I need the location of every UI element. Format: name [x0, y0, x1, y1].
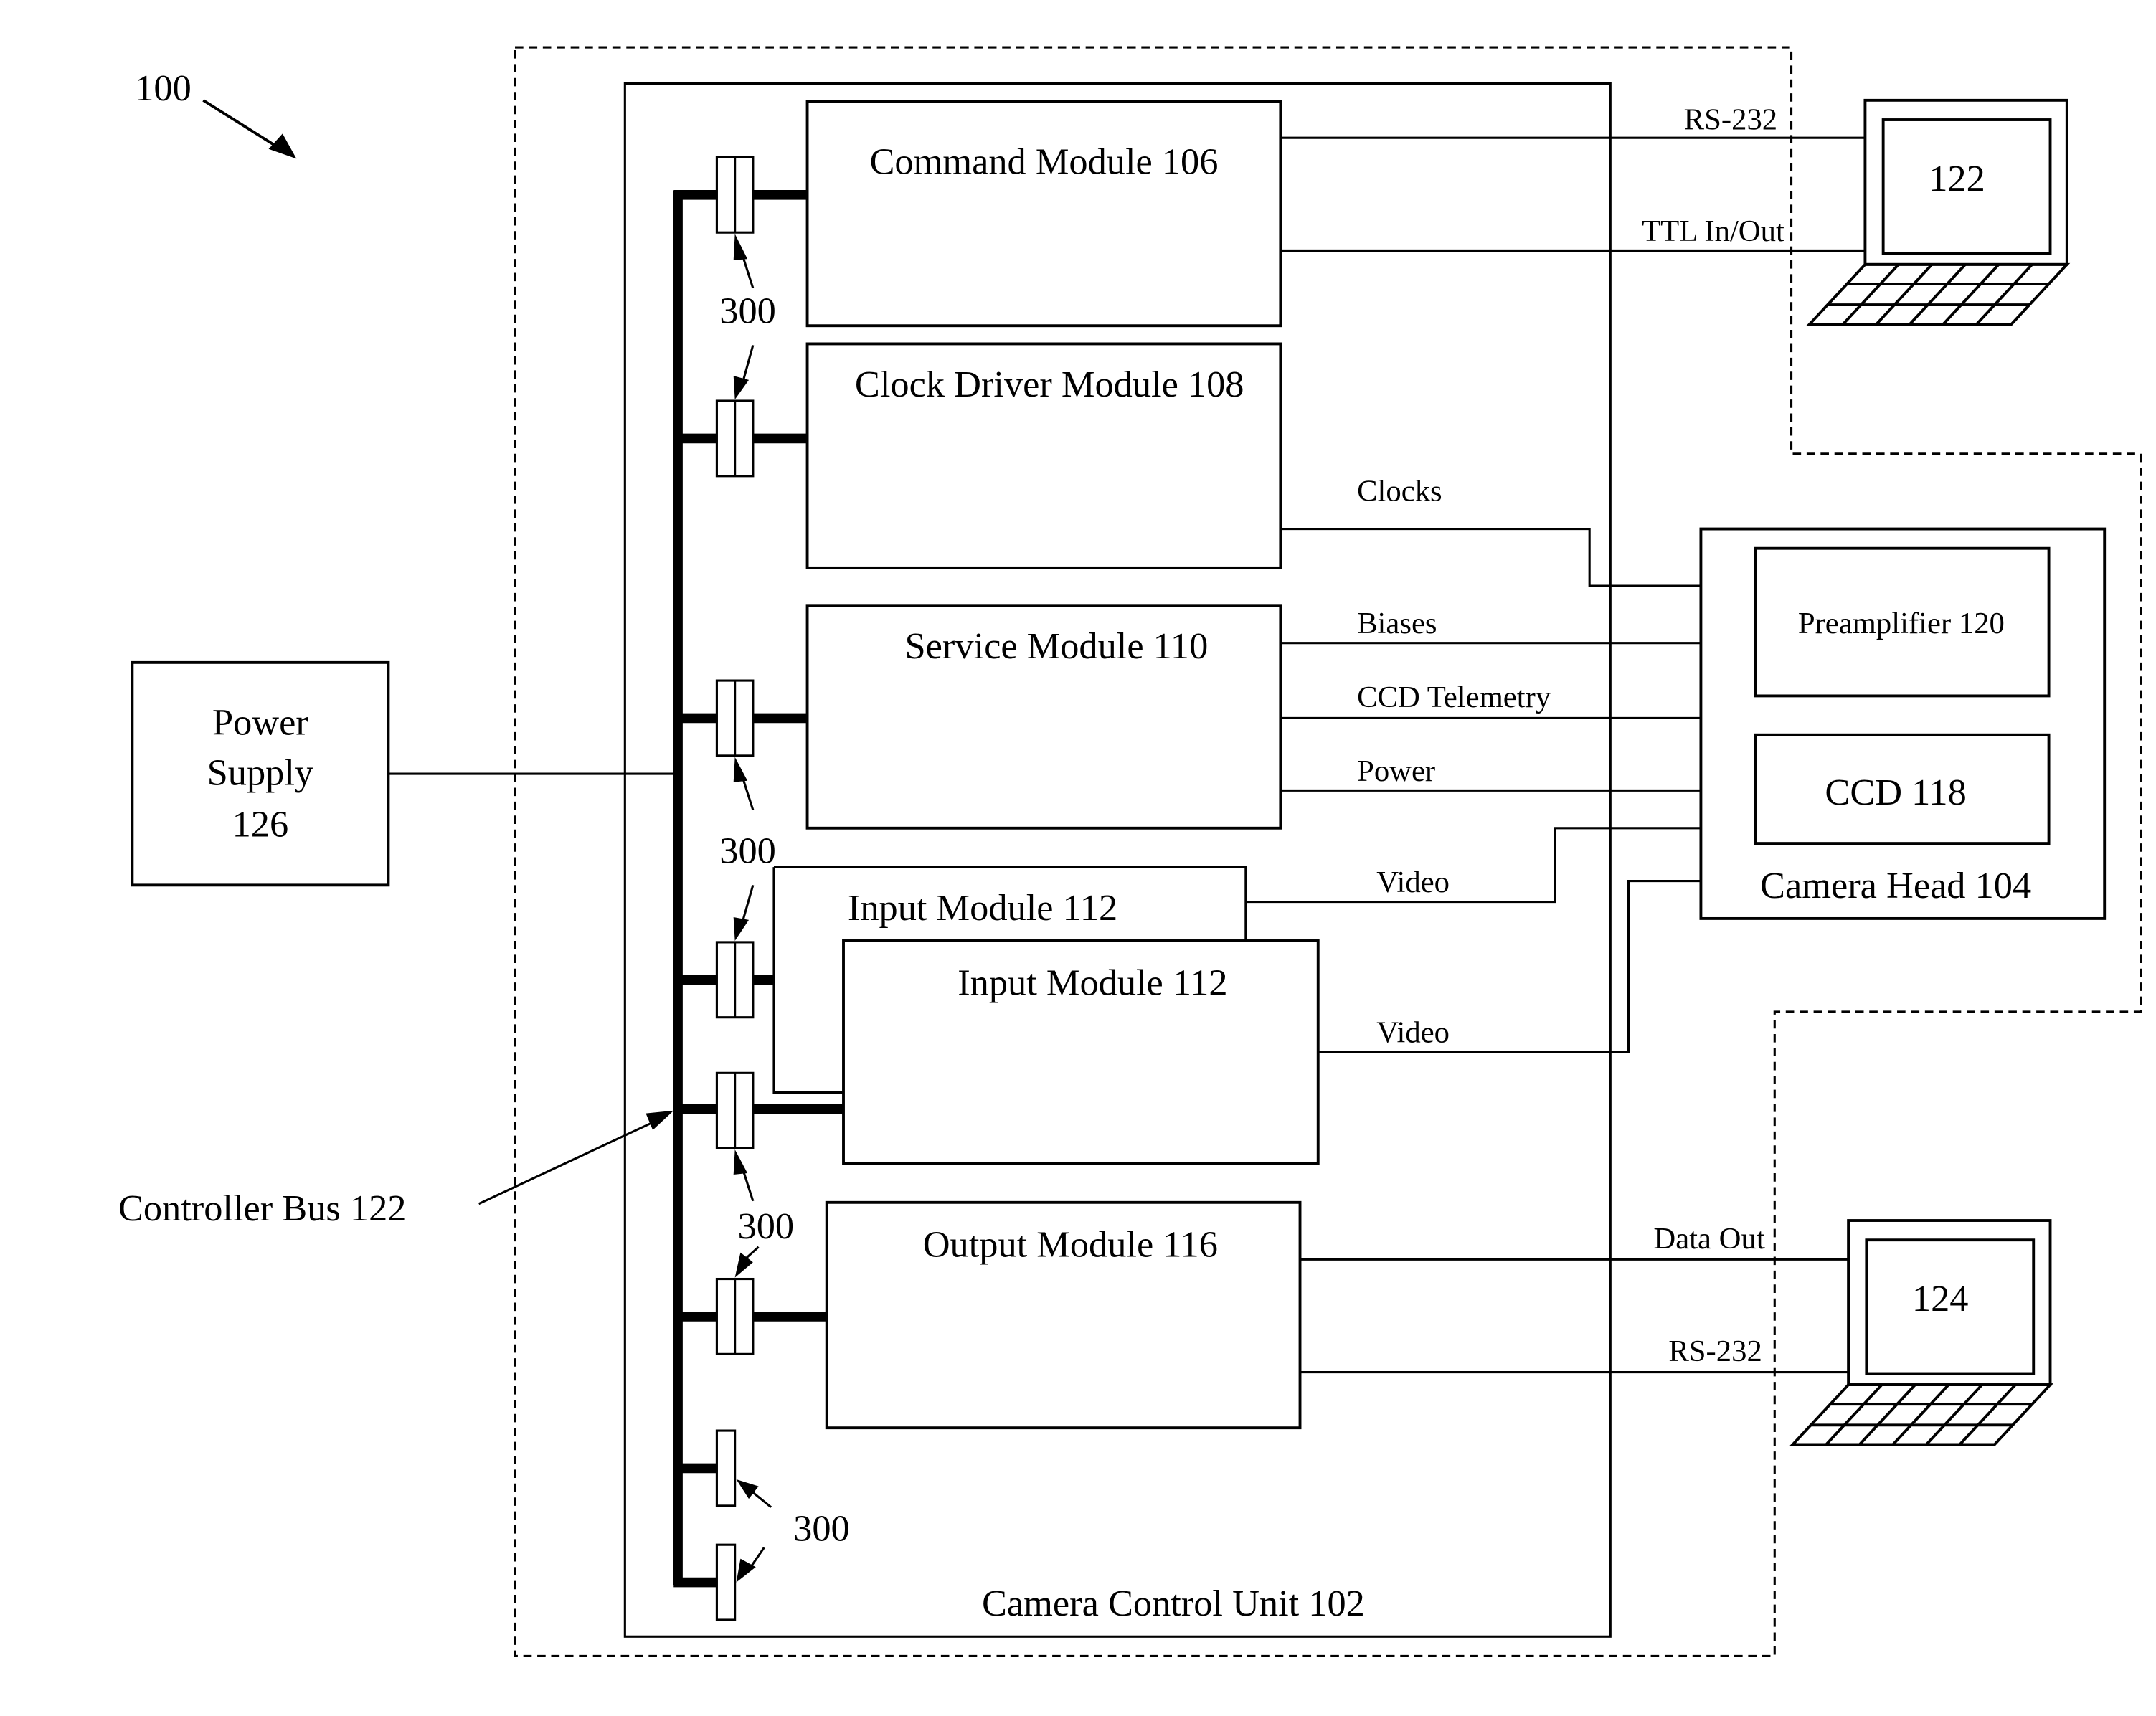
power-supply-line2: Supply: [207, 752, 313, 794]
arrowhead-icon: [733, 376, 750, 400]
clocks-line: [1280, 527, 1701, 587]
video-a-label: Video: [1376, 866, 1450, 899]
connector-spare-1: [715, 1429, 737, 1507]
clock-driver-module-label: Clock Driver Module 108: [855, 364, 1244, 405]
biases-label: Biases: [1357, 607, 1437, 640]
camera-system-block-diagram: 100 Camera Control Unit 102 300 300 300 …: [118, 46, 2142, 1657]
clocks-label: Clocks: [1357, 475, 1442, 508]
preamplifier-label: Preamplifier 120: [1798, 607, 2005, 640]
service-module-label: Service Module 110: [905, 625, 1209, 667]
figure-reference: 100: [135, 67, 297, 159]
connector-input-a: [715, 941, 755, 1019]
video-b-label: Video: [1376, 1016, 1450, 1050]
connector-ref-label: 300: [719, 830, 776, 871]
reference-arrowhead-icon: [268, 133, 297, 159]
camera-head: Preamplifier 120 CCD 118 Camera Head 104: [1699, 527, 2107, 920]
connector-ref-label: 300: [793, 1507, 850, 1549]
arrowhead-icon: [734, 1252, 753, 1278]
reference-arrow-line: [202, 99, 280, 149]
computer-122-label: 122: [1929, 158, 1985, 199]
camera-head-label: Camera Head 104: [1760, 865, 2031, 906]
computer-122: 122: [1806, 98, 2071, 326]
connector-input-b: [715, 1071, 755, 1149]
laptop-keyboard-icon: [1789, 1383, 2053, 1446]
input-module-front-label: Input Module 112: [958, 962, 1227, 1004]
laptop-keyboard-icon: [1806, 262, 2071, 326]
ttl-label: TTL In/Out: [1642, 214, 1784, 248]
input-module-back-label: Input Module 112: [848, 887, 1117, 929]
arrowhead-icon: [733, 234, 748, 261]
ccd-telemetry-label: CCD Telemetry: [1357, 681, 1551, 714]
computer-124: 124: [1789, 1219, 2053, 1446]
connector-output: [715, 1277, 755, 1355]
output-module: Output Module 116: [825, 1200, 1302, 1430]
command-module: Command Module 106: [805, 100, 1282, 328]
arrowhead-icon: [733, 757, 748, 782]
connector-clock: [715, 399, 755, 478]
input-module-front: Input Module 112: [842, 939, 1320, 1165]
connector-ref-label: 300: [738, 1205, 795, 1247]
ccd-label: CCD 118: [1825, 772, 1966, 813]
arrowhead-icon: [736, 1479, 759, 1499]
connector-service: [715, 679, 755, 757]
clock-driver-module: Clock Driver Module 108: [805, 342, 1282, 569]
power-label: Power: [1357, 754, 1435, 788]
connector-command: [715, 156, 755, 234]
output-module-label: Output Module 116: [923, 1223, 1218, 1265]
video-a-line: [1245, 827, 1701, 904]
camera-control-unit-label: Camera Control Unit 102: [982, 1583, 1365, 1624]
controller-bus-label: Controller Bus 122: [118, 1188, 407, 1229]
power-supply-line1: Power: [212, 702, 308, 744]
connector-ref-label: 300: [719, 290, 776, 331]
arrowhead-icon: [733, 916, 750, 941]
figure-number: 100: [135, 67, 192, 109]
arrowhead-icon: [733, 1149, 748, 1175]
connector-spare-2: [715, 1543, 737, 1621]
rs232-top-label: RS-232: [1684, 103, 1777, 137]
data-out-label: Data Out: [1653, 1222, 1764, 1256]
service-module: Service Module 110: [805, 604, 1282, 830]
controller-bus-callout: Controller Bus 122: [118, 1110, 674, 1229]
power-supply-line3: 126: [232, 803, 289, 845]
computer-124-label: 124: [1912, 1278, 1969, 1319]
arrowhead-icon: [646, 1110, 674, 1130]
command-module-label: Command Module 106: [870, 141, 1219, 183]
power-supply: Power Supply 126: [131, 660, 677, 887]
video-b-line: [1318, 879, 1701, 1053]
rs232-bottom-label: RS-232: [1668, 1335, 1762, 1368]
